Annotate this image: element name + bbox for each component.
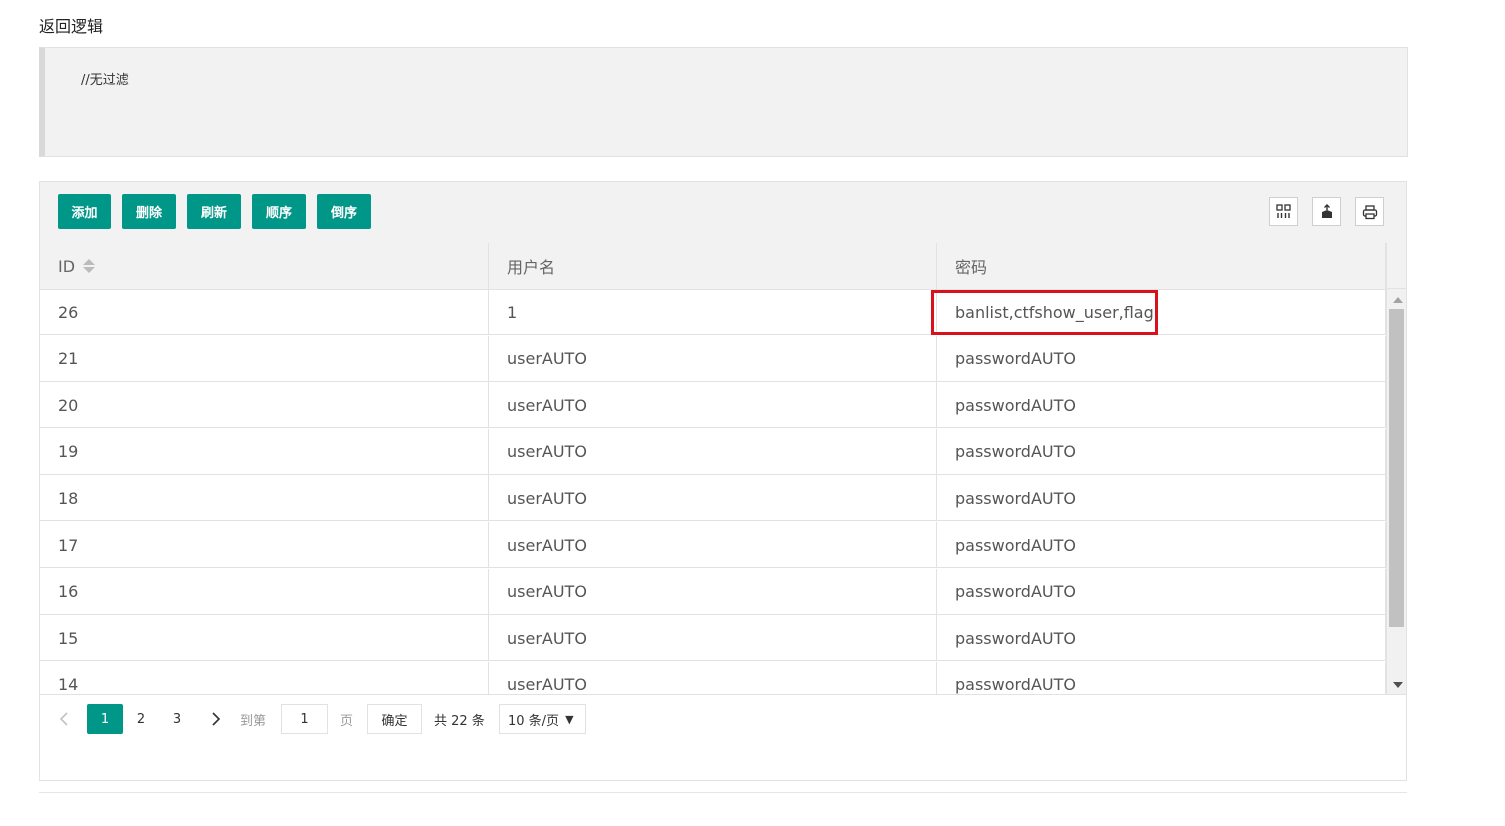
cell-password: banlist,ctfshow_user,flag	[937, 289, 1386, 335]
prev-page-icon[interactable]	[56, 704, 72, 734]
cell-id: 19	[40, 428, 489, 475]
goto-page-input[interactable]	[281, 704, 328, 734]
print-icon[interactable]	[1355, 197, 1384, 226]
column-header-id[interactable]: ID	[40, 243, 489, 289]
pagination: 1 2 3 到第 页 确定 共 22 条 10 条/页 ▼	[40, 694, 1406, 742]
scroll-thumb[interactable]	[1389, 309, 1404, 627]
cell-id: 18	[40, 475, 489, 522]
columns-icon[interactable]	[1269, 197, 1298, 226]
bottom-divider	[39, 792, 1407, 793]
table-header: ID 用户名 密码	[40, 243, 1386, 290]
column-header-label: ID	[58, 256, 76, 276]
scroll-up-icon[interactable]	[1393, 297, 1403, 303]
per-page-value: 10 条/页	[508, 713, 560, 729]
cell-username: userAUTO	[489, 661, 937, 694]
table-row[interactable]: 16 userAUTO passwordAUTO	[40, 568, 1386, 615]
data-table: 添加 删除 刷新 顺序 倒序 ID 用户名 密码 26 1 banlist,ct…	[39, 181, 1407, 781]
page-3[interactable]: 3	[168, 704, 186, 734]
ascending-button[interactable]: 顺序	[252, 194, 306, 229]
cell-id: 21	[40, 335, 489, 382]
scroll-down-icon[interactable]	[1393, 682, 1403, 688]
table-row[interactable]: 21 userAUTO passwordAUTO	[40, 335, 1386, 382]
cell-id: 17	[40, 522, 489, 568]
code-block: //无过滤	[39, 47, 1408, 157]
table-row[interactable]: 19 userAUTO passwordAUTO	[40, 428, 1386, 475]
table-row[interactable]: 14 userAUTO passwordAUTO	[40, 661, 1386, 694]
goto-label: 到第	[240, 713, 267, 729]
chevron-down-icon: ▼	[565, 712, 574, 726]
cell-password: passwordAUTO	[937, 661, 1386, 694]
code-text: //无过滤	[81, 73, 129, 88]
column-header-label: 密码	[955, 258, 988, 277]
cell-password: passwordAUTO	[937, 335, 1386, 382]
cell-id: 15	[40, 615, 489, 662]
cell-username: userAUTO	[489, 568, 937, 615]
header-scroll-pad	[1386, 243, 1406, 289]
cell-password: passwordAUTO	[937, 382, 1386, 429]
table-toolbar: 添加 删除 刷新 顺序 倒序	[40, 182, 1406, 244]
export-icon[interactable]	[1312, 197, 1341, 226]
refresh-button[interactable]: 刷新	[187, 194, 241, 229]
cell-password: passwordAUTO	[937, 615, 1386, 662]
total-count: 共 22 条	[434, 713, 485, 729]
cell-username: userAUTO	[489, 335, 937, 382]
per-page-select[interactable]: 10 条/页 ▼	[499, 704, 586, 734]
cell-id: 16	[40, 568, 489, 615]
page-unit-label: 页	[340, 713, 354, 729]
table-body: 26 1 banlist,ctfshow_user,flag 21 userAUTO pa…	[40, 289, 1386, 694]
cell-id: 20	[40, 382, 489, 429]
cell-username: userAUTO	[489, 428, 937, 475]
cell-password: passwordAUTO	[937, 475, 1386, 522]
table-row[interactable]: 20 userAUTO passwordAUTO	[40, 382, 1386, 429]
delete-button[interactable]: 删除	[122, 194, 176, 229]
table-scrollbar[interactable]	[1386, 289, 1406, 694]
add-button[interactable]: 添加	[58, 194, 111, 229]
cell-password: passwordAUTO	[937, 522, 1386, 568]
column-header-password: 密码	[937, 243, 1386, 289]
table-row[interactable]: 18 userAUTO passwordAUTO	[40, 475, 1386, 522]
cell-username: userAUTO	[489, 522, 937, 568]
cell-id: 14	[40, 661, 489, 694]
table-row[interactable]: 15 userAUTO passwordAUTO	[40, 615, 1386, 662]
page-2[interactable]: 2	[132, 704, 150, 734]
cell-username: 1	[489, 289, 937, 335]
table-row[interactable]: 17 userAUTO passwordAUTO	[40, 522, 1386, 568]
column-header-label: 用户名	[507, 258, 556, 277]
confirm-button[interactable]: 确定	[367, 704, 422, 734]
cell-username: userAUTO	[489, 615, 937, 662]
next-page-icon[interactable]	[208, 704, 224, 734]
cell-password: passwordAUTO	[937, 428, 1386, 475]
descending-button[interactable]: 倒序	[317, 194, 371, 229]
cell-id: 26	[40, 289, 489, 335]
cell-username: userAUTO	[489, 475, 937, 522]
column-header-username: 用户名	[489, 243, 937, 289]
section-title: 返回逻辑	[39, 17, 104, 36]
cell-password: passwordAUTO	[937, 568, 1386, 615]
sort-icon[interactable]	[83, 259, 96, 273]
table-row[interactable]: 26 1 banlist,ctfshow_user,flag	[40, 289, 1386, 335]
cell-username: userAUTO	[489, 382, 937, 429]
page-1[interactable]: 1	[87, 704, 123, 734]
